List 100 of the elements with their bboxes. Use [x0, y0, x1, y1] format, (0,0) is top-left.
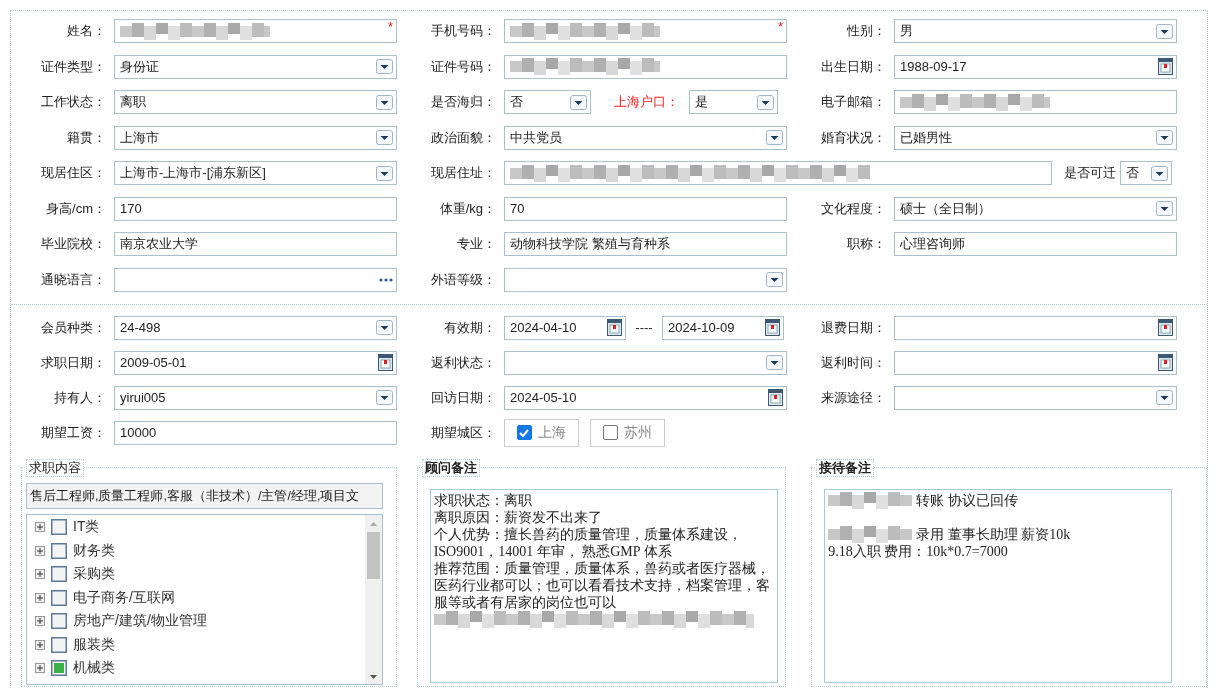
range-separator: ---- [634, 320, 654, 335]
note-line: 9.18入职 费用：10k*0.7=7000 [828, 542, 1009, 560]
calendar-icon[interactable] [768, 389, 783, 406]
checkbox[interactable] [51, 589, 67, 606]
picker-field[interactable] [114, 267, 397, 292]
city-checkbox[interactable]: 苏州 [590, 418, 665, 447]
dropdown[interactable]: 身份证 [114, 54, 397, 79]
field-label: 持有人： [53, 388, 106, 407]
dropdown[interactable]: 否 [504, 90, 591, 114]
scrollbar[interactable] [365, 514, 382, 684]
field-label: 期望工资： [40, 423, 106, 442]
calendar-icon[interactable] [1158, 58, 1173, 75]
dropdown[interactable]: 上海市-上海市-[浦东新区] [114, 161, 397, 185]
expand-icon[interactable] [35, 569, 45, 580]
text-field[interactable]: 70 [504, 196, 787, 221]
field-label: 通晓语言： [40, 270, 106, 289]
dropdown[interactable]: 上海市 [114, 125, 397, 150]
section-legend: 接待备注 [816, 458, 875, 477]
text-field[interactable]: 南京农业大学 [114, 232, 397, 256]
calendar-icon[interactable] [607, 319, 622, 336]
checkbox[interactable] [51, 613, 67, 630]
checkbox[interactable] [603, 425, 618, 440]
tree-item[interactable]: 电子商务/互联网 [27, 586, 365, 610]
tree-item[interactable]: 财务类 [27, 539, 365, 563]
note-line: 服等或者有居家的岗位也可以 [433, 593, 617, 611]
date-field[interactable]: 2024-10-09 [662, 315, 784, 340]
checkbox[interactable] [51, 660, 67, 677]
field-label: 来源途径： [820, 388, 886, 407]
text-field[interactable]: * [114, 19, 397, 43]
checkbox[interactable] [51, 636, 67, 653]
field-label: 证件类型： [40, 57, 106, 76]
field-label: 证件号码： [430, 57, 496, 76]
text-field[interactable] [504, 161, 1052, 185]
checkbox[interactable] [51, 566, 67, 583]
tree-item[interactable]: 房地产/建筑/物业管理 [27, 609, 365, 633]
field-label: 回访日期： [430, 388, 496, 407]
expand-icon[interactable] [35, 592, 45, 603]
dropdown[interactable]: yirui005 [114, 385, 397, 410]
checkmark-icon [518, 427, 530, 439]
calendar-icon[interactable] [378, 354, 393, 371]
note-line: ISO9001，14001 年审， 熟悉GMP 体系 [433, 542, 673, 560]
text-field[interactable] [894, 90, 1177, 114]
calendar-icon[interactable] [1158, 354, 1173, 371]
text-field[interactable]: * [504, 19, 787, 43]
field-label: 期望城区： [430, 423, 496, 442]
checkbox[interactable] [517, 425, 532, 440]
field-label: 返利状态： [430, 353, 496, 372]
field-label: 求职日期： [40, 353, 106, 372]
city-checkbox[interactable]: 上海 [504, 418, 579, 447]
notes-textarea[interactable]: 转账 协议已回传 录用 董事长助理 薪资10k 9.18入职 费用：10k*0.7=7000 [824, 488, 1173, 683]
field-label: 性别： [846, 22, 886, 40]
dropdown[interactable]: 24-498 [114, 315, 397, 340]
field-label: 手机号码： [430, 22, 496, 40]
field-label: 体重/kg： [438, 199, 496, 218]
notes-textarea[interactable]: 求职状态：离职 离职原因：薪资发不出来了 个人优势：擅长兽药的质量管理，质量体系建设， ISO9001，14001 年审， 熟悉GMP 体系 推荐范围：质量管理，质量体系，兽药或者医疗器械， 医药行业都可以；也可以看看技术支持，档案管理，客 服等或者有居家的岗位也可以 [429, 488, 778, 683]
tree-item[interactable]: 采购类 [27, 562, 365, 586]
text-field[interactable]: 动物科技学院 繁殖与育种系 [504, 232, 787, 256]
field-label: 毕业院校： [40, 235, 106, 253]
dropdown[interactable]: 否 [1120, 161, 1172, 185]
field-label: 身高/cm： [45, 199, 106, 218]
note-line: 医药行业都可以；也可以看看技术支持，档案管理，客 [433, 576, 771, 594]
note-line: 录用 董事长助理 薪资10k [916, 525, 1071, 543]
field-label: 是否可迁 [1064, 164, 1116, 182]
date-field[interactable] [894, 315, 1177, 340]
text-field[interactable]: 10000 [114, 420, 397, 445]
dropdown[interactable]: 中共党员 [504, 125, 787, 150]
dropdown[interactable]: 离职 [114, 90, 397, 114]
text-field[interactable] [504, 54, 787, 79]
text-field[interactable]: 170 [114, 196, 397, 221]
field-label: 现居住区： [40, 164, 106, 182]
tree-item[interactable]: IT类 [27, 515, 365, 539]
text-field[interactable]: 心理咨询师 [894, 232, 1177, 256]
expand-icon[interactable] [35, 663, 45, 674]
expand-icon[interactable] [35, 616, 45, 627]
field-label: 出生日期： [820, 57, 886, 76]
field-label: 外语等级： [430, 270, 496, 289]
checkbox[interactable] [51, 519, 67, 536]
dropdown[interactable]: 男 [894, 19, 1177, 43]
tree-item[interactable]: 服装类 [27, 633, 365, 657]
required-mark: * [777, 20, 783, 33]
dropdown[interactable]: 硕士（全日制） [894, 196, 1177, 221]
expand-icon[interactable] [35, 522, 45, 533]
dropdown[interactable]: 是 [689, 90, 778, 114]
checkbox[interactable] [51, 542, 67, 559]
date-field[interactable] [894, 350, 1177, 375]
selected-jobs-field[interactable]: 售后工程师,质量工程师,客服（非技术）/主管/经理,项目文 [26, 482, 383, 509]
more-icon[interactable] [379, 277, 393, 282]
field-label: 会员种类： [40, 318, 106, 337]
expand-icon[interactable] [35, 545, 45, 556]
calendar-icon[interactable] [1158, 319, 1173, 336]
calendar-icon[interactable] [765, 319, 780, 336]
dropdown[interactable]: 已婚男性 [894, 125, 1177, 150]
field-label: 工作状态： [40, 93, 106, 111]
date-field[interactable]: 2024-05-10 [504, 385, 787, 410]
expand-icon[interactable] [35, 639, 45, 650]
date-field[interactable]: 2024-04-10 [504, 315, 626, 340]
date-field[interactable]: 2009-05-01 [114, 350, 397, 375]
date-field[interactable]: 1988-09-17 [894, 54, 1177, 79]
field-label: 专业： [456, 235, 496, 253]
tree-item[interactable]: 机械类 [27, 656, 365, 680]
